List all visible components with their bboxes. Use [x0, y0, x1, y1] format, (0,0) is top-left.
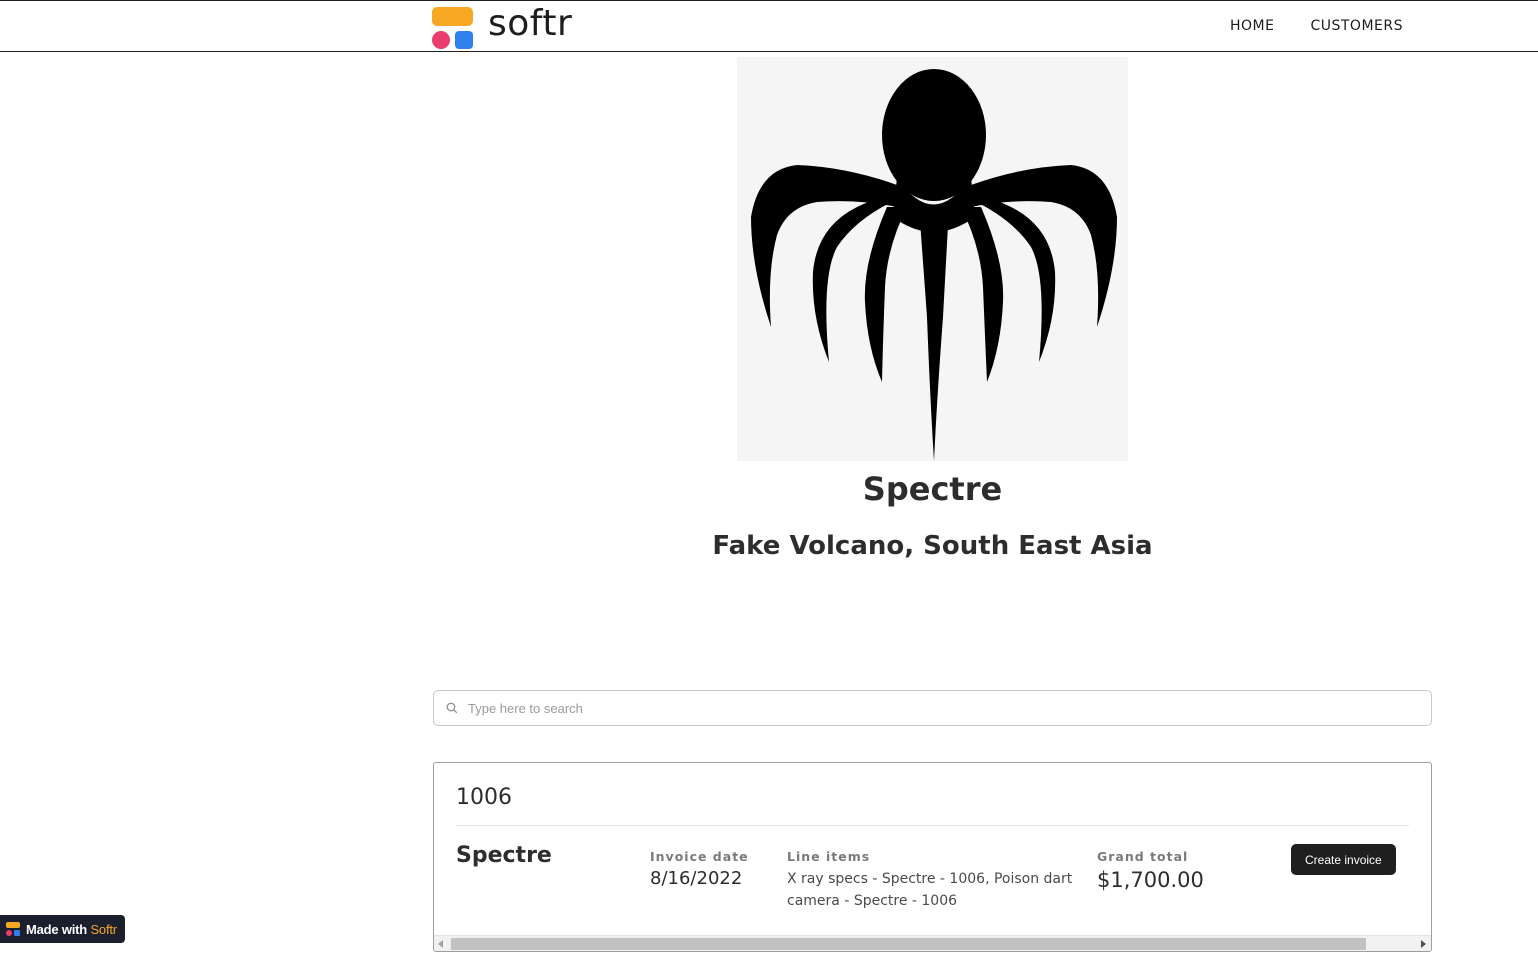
invoice-date-column: Invoice date 8/16/2022: [650, 849, 749, 889]
logo-text: softr: [488, 3, 573, 44]
nav-home-link[interactable]: HOME: [1230, 18, 1274, 34]
search-bar[interactable]: [433, 690, 1432, 726]
scrollbar-thumb[interactable]: [451, 938, 1366, 950]
table-group-title: 1006: [456, 785, 512, 810]
nav-customers-link[interactable]: CUSTOMERS: [1310, 18, 1403, 34]
customer-location-heading: Fake Volcano, South East Asia: [712, 531, 1153, 561]
scroll-right-arrow-icon[interactable]: [1421, 940, 1426, 948]
grand-total-label: Grand total: [1097, 849, 1189, 864]
row-customer-name: Spectre: [456, 843, 552, 868]
scroll-left-arrow-icon[interactable]: [438, 940, 443, 948]
line-items-column: Line items X ray specs - Spectre - 1006,…: [787, 849, 1077, 912]
made-with-softr-badge[interactable]: Made with Softr: [0, 915, 125, 943]
line-items-label: Line items: [787, 849, 871, 864]
main-nav: HOME CUSTOMERS: [1230, 18, 1403, 34]
badge-brand: Softr: [90, 921, 117, 937]
line-items-value: X ray specs - Spectre - 1006, Poison dar…: [787, 871, 1073, 909]
top-navbar: softr HOME CUSTOMERS: [0, 0, 1538, 52]
search-input[interactable]: [466, 699, 1366, 717]
grand-total-column: Grand total $1,700.00: [1097, 849, 1204, 892]
badge-label: Made with Softr: [26, 922, 117, 937]
create-invoice-button[interactable]: Create invoice: [1291, 844, 1396, 875]
octopus-emblem-icon: [751, 69, 1117, 461]
softr-logo-icon: [432, 6, 474, 49]
softr-logo[interactable]: softr: [432, 3, 573, 49]
search-icon: [446, 702, 458, 714]
grand-total-value: $1,700.00: [1097, 868, 1204, 892]
horizontal-scrollbar[interactable]: [434, 935, 1431, 951]
divider: [456, 825, 1409, 826]
invoice-date-value: 8/16/2022: [650, 868, 743, 889]
invoice-table: 1006 Spectre Invoice date 8/16/2022 Line…: [433, 762, 1432, 952]
softr-badge-icon: [6, 922, 20, 936]
customer-name-heading: Spectre: [862, 470, 1003, 508]
badge-prefix: Made with: [26, 921, 91, 937]
customer-logo-image: [737, 57, 1128, 461]
invoice-date-label: Invoice date: [650, 849, 749, 864]
